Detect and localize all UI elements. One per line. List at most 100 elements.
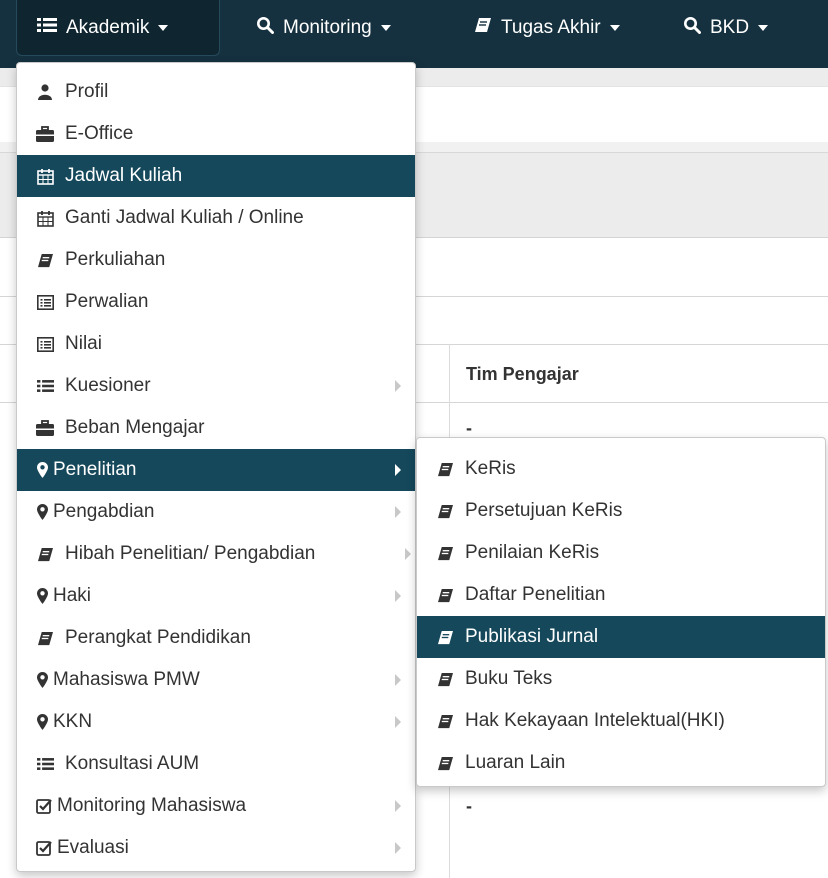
penelitian-submenu: KeRis Persetujuan KeRis Penilaian KeRis … [416,437,826,787]
menu-item-nilai[interactable]: Nilai [17,323,415,365]
submenu-arrow-icon [395,674,401,686]
menu-item-kuesioner[interactable]: Kuesioner [17,365,415,407]
user-icon [35,84,55,100]
submenu-item-persetujuan-keris[interactable]: Persetujuan KeRis [417,490,825,532]
nav-monitoring-label: Monitoring [283,17,372,38]
menu-item-label: E-Office [65,123,134,144]
menu-item-label: Ganti Jadwal Kuliah / Online [65,207,304,228]
submenu-item-daftar-penelitian[interactable]: Daftar Penelitian [417,574,825,616]
submenu-item-penilaian-keris[interactable]: Penilaian KeRis [417,532,825,574]
submenu-item-publikasi-jurnal[interactable]: Publikasi Jurnal [417,616,825,658]
list-icon [35,757,55,771]
nav-bkd[interactable]: BKD [683,0,769,56]
menu-item-label: Perangkat Pendidikan [65,627,251,648]
menu-item-label: Pengabdian [53,501,155,522]
menu-item-label: Perwalian [65,291,149,312]
menu-item-evaluasi[interactable]: Evaluasi [17,827,415,869]
menu-item-perkuliahan[interactable]: Perkuliahan [17,239,415,281]
menu-item-konsultasi-aum[interactable]: Konsultasi AUM [17,743,415,785]
menu-item-e-office[interactable]: E-Office [17,113,415,155]
submenu-item-buku-teks[interactable]: Buku Teks [417,658,825,700]
menu-item-label: Penelitian [53,459,137,480]
menu-item-label: Kuesioner [65,375,151,396]
table-header-tim-pengajar: Tim Pengajar [466,364,579,384]
top-navbar: Akademik Monitoring Tugas Akhir BKD [0,0,828,68]
check-square-icon [35,840,53,856]
submenu-arrow-icon [395,842,401,854]
submenu-item-label: Buku Teks [465,668,553,689]
book-icon [435,504,455,519]
briefcase-icon [35,420,55,436]
book-icon [435,672,455,687]
akademik-dropdown-menu: Profil E-Office Jadwal Kuliah Ganti Jadw… [16,62,416,872]
submenu-arrow-icon [395,800,401,812]
menu-item-profil[interactable]: Profil [17,71,415,113]
nav-tugas-akhir[interactable]: Tugas Akhir [474,0,620,56]
check-square-icon [35,798,53,814]
book-icon [435,588,455,603]
menu-item-kkn[interactable]: KKN [17,701,415,743]
menu-item-penelitian[interactable]: Penelitian [17,449,415,491]
caret-down-icon [380,25,391,31]
map-marker-icon [35,672,49,688]
map-marker-icon [35,504,49,520]
submenu-item-label: Persetujuan KeRis [465,500,623,521]
submenu-arrow-icon [395,716,401,728]
menu-item-perwalian[interactable]: Perwalian [17,281,415,323]
submenu-item-hki[interactable]: Hak Kekayaan Intelektual(HKI) [417,700,825,742]
book-icon [435,756,455,771]
book-icon [435,546,455,561]
submenu-item-luaran-lain[interactable]: Luaran Lain [417,742,825,784]
submenu-arrow-icon [395,380,401,392]
menu-item-monitoring-mahasiswa[interactable]: Monitoring Mahasiswa [17,785,415,827]
briefcase-icon [35,126,55,142]
list-icon [35,379,55,393]
submenu-arrow-icon [405,548,411,560]
table-cell-tim-pengajar: - [466,418,472,438]
caret-down-icon [758,25,769,31]
menu-item-label: Evaluasi [57,837,129,858]
table-cell-tim-pengajar: - [466,796,472,816]
book-icon [435,630,455,645]
menu-item-haki[interactable]: Haki [17,575,415,617]
nav-akademik-label: Akademik [66,16,150,38]
submenu-item-label: Daftar Penelitian [465,584,606,605]
menu-item-label: Beban Mengajar [65,417,205,438]
list-alt-icon [35,336,55,352]
menu-item-label: KKN [53,711,93,732]
caret-down-icon [609,25,620,31]
map-marker-icon [35,588,49,604]
nav-tugas-akhir-label: Tugas Akhir [501,17,601,38]
submenu-item-label: Publikasi Jurnal [465,626,599,647]
submenu-arrow-icon [395,506,401,518]
nav-monitoring[interactable]: Monitoring [256,0,391,56]
map-marker-icon [35,462,49,478]
book-icon [35,547,55,562]
search-icon [256,16,274,40]
calendar-icon [35,168,55,185]
menu-item-ganti-jadwal-kuliah[interactable]: Ganti Jadwal Kuliah / Online [17,197,415,239]
menu-item-hibah-penelitian[interactable]: Hibah Penelitian/ Pengabdian [17,533,415,575]
caret-down-icon [158,24,169,31]
submenu-item-label: Luaran Lain [465,752,566,773]
book-icon [35,253,55,268]
submenu-item-label: KeRis [465,458,516,479]
calendar-icon [35,210,55,227]
menu-item-label: Monitoring Mahasiswa [57,795,247,816]
submenu-item-keris[interactable]: KeRis [417,448,825,490]
book-icon [435,462,455,477]
nav-akademik[interactable]: Akademik [16,0,220,56]
menu-item-beban-mengajar[interactable]: Beban Mengajar [17,407,415,449]
menu-item-label: Jadwal Kuliah [65,165,183,186]
menu-item-perangkat-pendidikan[interactable]: Perangkat Pendidikan [17,617,415,659]
menu-item-jadwal-kuliah[interactable]: Jadwal Kuliah [17,155,415,197]
book-icon [35,631,55,646]
menu-item-label: Hibah Penelitian/ Pengabdian [65,543,316,564]
menu-item-pengabdian[interactable]: Pengabdian [17,491,415,533]
book-icon [435,714,455,729]
list-alt-icon [35,294,55,310]
nav-bkd-label: BKD [710,17,750,38]
menu-item-label: Konsultasi AUM [65,753,200,774]
menu-item-mahasiswa-pmw[interactable]: Mahasiswa PMW [17,659,415,701]
menu-item-label: Mahasiswa PMW [53,669,200,690]
